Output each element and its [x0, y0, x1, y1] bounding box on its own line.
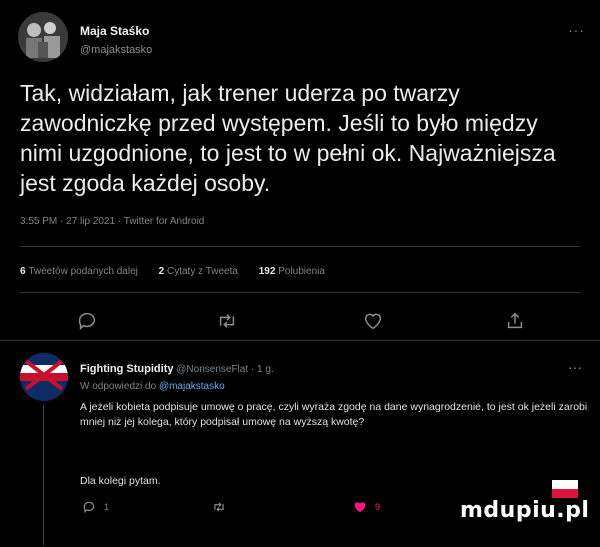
- avatar-photo-icon: [18, 12, 68, 62]
- quotes-stat[interactable]: 2 Cytaty z Tweeta: [159, 266, 238, 277]
- like-button[interactable]: [362, 310, 384, 332]
- reply-header: Fighting Stupidity @NonsenseFlat · 1 g.: [80, 363, 274, 375]
- reply-icon: [78, 312, 96, 331]
- author-name[interactable]: Maja Staśko: [80, 24, 149, 38]
- retweets-stat[interactable]: 6 Tweetów podanych dalej: [20, 266, 138, 277]
- divider: [20, 292, 580, 293]
- reply-text: A jeżeli kobieta podpisuje umowę o pracę…: [80, 401, 588, 428]
- heart-icon: [364, 313, 382, 330]
- quotes-count: 2: [158, 266, 165, 277]
- replying-to-label: W odpowiedzi do: [80, 381, 157, 392]
- reply-author-handle[interactable]: @NonsenseFlat · 1 g.: [176, 364, 273, 375]
- replying-to-mention[interactable]: @majakstasko: [159, 381, 225, 392]
- thread-line: [43, 405, 44, 545]
- likes-stat[interactable]: 192 Polubienia: [259, 266, 325, 277]
- reply-icon: [83, 501, 95, 514]
- author-handle[interactable]: @majakstasko: [80, 44, 152, 56]
- reply-more-options-icon[interactable]: ···: [568, 359, 582, 375]
- retweets-label: Tweetów podanych dalej: [28, 266, 138, 277]
- retweet-icon: [219, 314, 235, 328]
- reply-button[interactable]: [76, 310, 98, 332]
- crossed-flag-icon: [20, 353, 68, 401]
- watermark-flag-icon: [552, 480, 578, 498]
- reply-retweet-button[interactable]: [212, 499, 234, 515]
- tweet-text: Tak, widziałam, jak trener uderza po twa…: [20, 80, 556, 196]
- divider: [20, 246, 580, 247]
- reply-reply-count: 1: [104, 502, 110, 512]
- retweets-count: 6: [20, 266, 26, 277]
- tweet-meta[interactable]: 3:55 PM · 27 lip 2021 · Twitter for Andr…: [20, 216, 204, 227]
- tweet-stats: 6 Tweetów podanych dalej 2 Cytaty z Twee…: [20, 266, 343, 277]
- reply-author-name[interactable]: Fighting Stupidity: [80, 363, 173, 375]
- divider: [0, 340, 600, 341]
- likes-label: Polubienia: [278, 266, 325, 277]
- reply-like-count: 9: [375, 502, 381, 512]
- reply-avatar[interactable]: [20, 353, 68, 401]
- replying-to: W odpowiedzi do @majakstasko: [80, 381, 225, 392]
- likes-count: 192: [258, 266, 276, 277]
- heart-filled-icon: [354, 502, 366, 513]
- more-options-icon[interactable]: ···: [568, 22, 585, 38]
- retweet-button[interactable]: [216, 310, 238, 332]
- author-avatar[interactable]: [18, 12, 68, 62]
- share-button[interactable]: [504, 310, 526, 332]
- share-icon: [507, 312, 523, 329]
- reply-like-button[interactable]: 9: [353, 499, 380, 515]
- retweet-icon: [214, 502, 224, 512]
- quotes-label: Cytaty z Tweeta: [167, 266, 238, 277]
- reply-text-closing: Dla kolegi pytam.: [80, 475, 161, 487]
- watermark: mdupiu.pl: [460, 498, 590, 523]
- reply-reply-button[interactable]: 1: [82, 499, 109, 515]
